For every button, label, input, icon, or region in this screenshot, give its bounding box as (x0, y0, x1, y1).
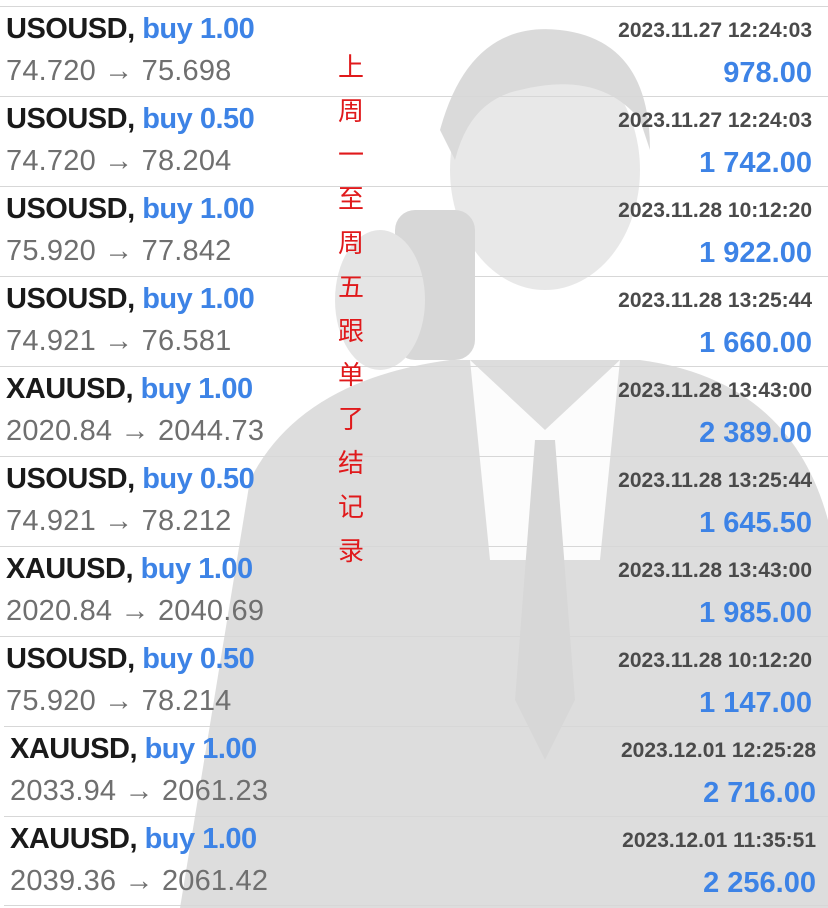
trade-row[interactable]: USOUSD, buy 0.50 74.921 → 78.212 2023.11.2… (0, 456, 828, 546)
trade-action: buy 1.00 (142, 283, 255, 315)
title-separator: , (127, 283, 143, 315)
overlay-char: 跟 (337, 317, 364, 347)
title-separator: , (127, 463, 143, 495)
overlay-char: 录 (337, 537, 364, 567)
trade-time: 2023.11.28 10:12:20 (618, 649, 812, 672)
trade-time: 2023.11.28 13:43:00 (618, 559, 812, 582)
trade-action: buy 1.00 (144, 733, 258, 765)
overlay-char: 周 (337, 97, 364, 127)
title-separator: , (129, 733, 145, 765)
trade-prices: 74.921 → 78.212 (6, 505, 232, 537)
trade-time: 2023.11.28 10:12:20 (618, 199, 812, 222)
trade-time: 2023.11.28 13:25:44 (618, 469, 812, 492)
trade-profit: 1 645.50 (699, 507, 812, 539)
trade-profit: 2 389.00 (699, 417, 812, 449)
trade-symbol: USOUSD (6, 643, 128, 675)
overlay-char: 了 (337, 405, 364, 435)
trade-symbol: USOUSD (6, 463, 128, 495)
overlay-caption: 上周一至周五跟单了结记录 (334, 46, 368, 574)
trade-prices: 74.921 → 76.581 (6, 325, 232, 357)
overlay-char: 结 (337, 449, 364, 479)
trade-prices: 2039.36 → 2061.42 (10, 865, 269, 897)
trade-time: 2023.11.27 12:24:03 (618, 19, 812, 42)
trade-symbol: XAUUSD (10, 823, 130, 855)
trade-row[interactable]: XAUUSD, buy 1.00 2020.84 → 2040.69 2023.11… (0, 546, 828, 636)
trade-title: USOUSD, buy 0.50 (6, 463, 255, 496)
trade-time: 2023.12.01 12:25:28 (621, 739, 816, 762)
trade-action: buy 1.00 (142, 13, 255, 45)
trade-profit: 2 256.00 (703, 867, 816, 899)
trade-row[interactable]: USOUSD, buy 1.00 75.920 → 77.842 2023.11.2… (0, 186, 828, 276)
trade-profit: 1 660.00 (699, 327, 812, 359)
trade-title: USOUSD, buy 1.00 (6, 193, 255, 226)
trade-action: buy 0.50 (142, 463, 255, 495)
trade-time: 2023.11.28 13:25:44 (618, 289, 812, 312)
trade-time: 2023.11.27 12:24:03 (618, 109, 812, 132)
title-separator: , (127, 193, 143, 225)
trade-time: 2023.12.01 11:35:51 (622, 829, 816, 852)
trade-title: USOUSD, buy 0.50 (6, 103, 255, 136)
trade-profit: 1 742.00 (699, 147, 812, 179)
trade-prices: 2020.84 → 2040.69 (6, 595, 265, 627)
trade-profit: 978.00 (723, 57, 812, 89)
trade-symbol: USOUSD (6, 103, 128, 135)
title-separator: , (129, 823, 145, 855)
trade-prices: 74.720 → 78.204 (6, 145, 232, 177)
overlay-char: 至 (337, 185, 364, 215)
trade-title: XAUUSD, buy 1.00 (10, 823, 257, 856)
trade-action: buy 1.00 (140, 553, 254, 585)
trade-symbol: USOUSD (6, 283, 128, 315)
trade-title: XAUUSD, buy 1.00 (6, 553, 253, 586)
trade-row[interactable]: USOUSD, buy 0.50 74.720 → 78.204 2023.11.2… (0, 96, 828, 186)
overlay-char: 一 (337, 141, 364, 171)
trade-row[interactable]: XAUUSD, buy 1.00 2020.84 → 2044.73 2023.11… (0, 366, 828, 456)
overlay-char: 单 (337, 361, 364, 391)
overlay-char: 记 (337, 493, 364, 523)
trade-row[interactable]: USOUSD, buy 1.00 74.921 → 76.581 2023.11.2… (0, 276, 828, 366)
trade-profit: 1 985.00 (699, 597, 812, 629)
trade-symbol: USOUSD (6, 13, 128, 45)
trade-prices: 2033.94 → 2061.23 (10, 775, 269, 807)
title-separator: , (127, 13, 143, 45)
trade-action: buy 1.00 (144, 823, 258, 855)
trade-symbol: XAUUSD (6, 553, 126, 585)
title-separator: , (127, 643, 143, 675)
trade-title: USOUSD, buy 1.00 (6, 283, 255, 316)
trade-history-list: USOUSD, buy 1.00 74.720 → 75.698 2023.11.2… (0, 6, 828, 906)
title-separator: , (125, 553, 141, 585)
trade-title: USOUSD, buy 1.00 (6, 13, 255, 46)
trade-prices: 75.920 → 78.214 (6, 685, 232, 717)
trade-profit: 1 922.00 (699, 237, 812, 269)
trade-symbol: USOUSD (6, 193, 128, 225)
trade-row[interactable]: USOUSD, buy 1.00 74.720 → 75.698 2023.11.2… (0, 6, 828, 96)
trade-profit: 1 147.00 (699, 687, 812, 719)
trade-title: USOUSD, buy 0.50 (6, 643, 255, 676)
trade-symbol: XAUUSD (6, 373, 126, 405)
trade-row[interactable]: XAUUSD, buy 1.00 2039.36 → 2061.42 2023.12… (4, 816, 828, 906)
trade-prices: 75.920 → 77.842 (6, 235, 232, 267)
trade-time: 2023.11.28 13:43:00 (618, 379, 812, 402)
trade-profit: 2 716.00 (703, 777, 816, 809)
trade-row[interactable]: USOUSD, buy 0.50 75.920 → 78.214 2023.11.2… (0, 636, 828, 726)
trade-row[interactable]: XAUUSD, buy 1.00 2033.94 → 2061.23 2023.12… (4, 726, 828, 816)
title-separator: , (125, 373, 141, 405)
overlay-char: 上 (337, 53, 364, 83)
trade-title: XAUUSD, buy 1.00 (6, 373, 253, 406)
trade-prices: 2020.84 → 2044.73 (6, 415, 265, 447)
overlay-char: 五 (337, 273, 364, 303)
trade-symbol: XAUUSD (10, 733, 130, 765)
title-separator: , (127, 103, 143, 135)
trade-action: buy 0.50 (142, 643, 255, 675)
trade-action: buy 1.00 (140, 373, 254, 405)
overlay-char: 周 (337, 229, 364, 259)
trade-title: XAUUSD, buy 1.00 (10, 733, 257, 766)
trade-prices: 74.720 → 75.698 (6, 55, 232, 87)
trade-action: buy 1.00 (142, 193, 255, 225)
trade-action: buy 0.50 (142, 103, 255, 135)
